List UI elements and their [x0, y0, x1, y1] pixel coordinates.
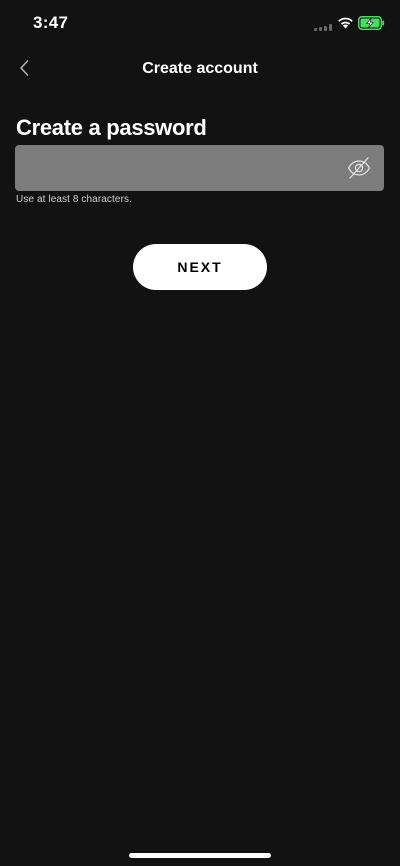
password-heading: Create a password: [16, 115, 207, 140]
next-button[interactable]: NEXT: [133, 244, 267, 290]
page-title: Create account: [142, 60, 258, 77]
wifi-icon: [338, 17, 353, 29]
create-password-screen: 3:47 Create account Create a password Us…: [0, 0, 400, 866]
eye-slash-icon: [347, 157, 371, 179]
password-helper-text: Use at least 8 characters.: [16, 194, 132, 205]
show-password-toggle[interactable]: [347, 156, 371, 180]
home-indicator: [129, 853, 271, 858]
battery-charging-icon: [358, 16, 385, 30]
status-time: 3:47: [33, 13, 69, 32]
cellular-signal-icon: [314, 24, 333, 31]
status-bar: 3:47: [0, 0, 400, 48]
password-input[interactable]: [15, 145, 335, 191]
password-field[interactable]: [15, 145, 384, 191]
